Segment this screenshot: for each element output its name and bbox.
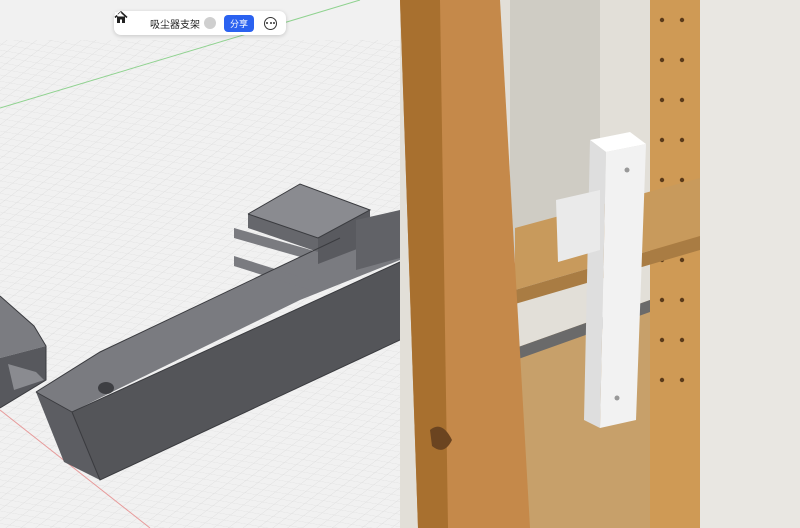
cad-viewport[interactable]: 吸尘器支架 分享 <box>0 0 400 528</box>
chevron-down-icon[interactable] <box>114 12 216 29</box>
screw-hole <box>98 382 114 394</box>
cad-scene <box>0 0 400 528</box>
share-button[interactable]: 分享 <box>224 14 254 32</box>
top-toolbar: 吸尘器支架 分享 <box>114 11 286 35</box>
photo-scene <box>400 0 800 528</box>
pegboard <box>650 0 700 528</box>
document-title[interactable]: 吸尘器支架 <box>150 16 200 31</box>
more-icon[interactable] <box>264 16 277 30</box>
product-photo <box>400 0 800 528</box>
home-icon[interactable] <box>114 11 140 31</box>
